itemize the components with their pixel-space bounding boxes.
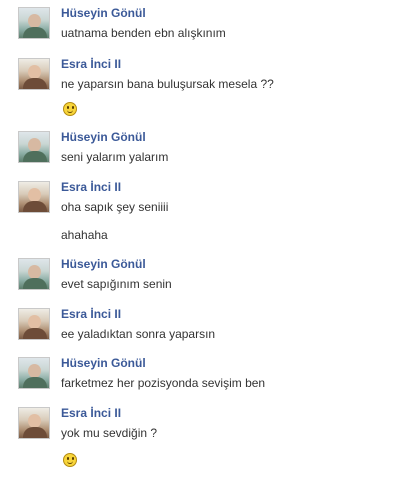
avatar[interactable] [18,7,50,39]
message-text: uatnama benden ebn alışkınım [61,26,226,40]
message-text: ahahaha [61,228,108,242]
message-text: evet sapığınım senin [61,277,172,291]
avatar[interactable] [18,357,50,389]
smiley-icon [63,102,77,116]
smiley-icon [63,453,77,467]
avatar[interactable] [18,258,50,290]
avatar[interactable] [18,131,50,163]
avatar[interactable] [18,58,50,90]
message-text: ne yaparsın bana buluşursak mesela ?? [61,77,274,91]
message-text: farketmez her pozisyonda sevişim ben [61,376,266,390]
message-text: ee yaladıktan sonra yaparsın [61,327,216,341]
sender-name[interactable]: Esra İnci II [61,180,121,194]
avatar[interactable] [18,308,50,340]
message-text: oha sapık şey seniiii [61,200,169,214]
message-text: yok mu sevdiğin ? [61,426,158,440]
sender-name[interactable]: Hüseyin Gönül [61,6,146,20]
sender-name[interactable]: Hüseyin Gönül [61,130,146,144]
sender-name[interactable]: Hüseyin Gönül [61,356,146,370]
avatar[interactable] [18,181,50,213]
sender-name[interactable]: Esra İnci II [61,57,121,71]
sender-name[interactable]: Hüseyin Gönül [61,257,146,271]
sender-name[interactable]: Esra İnci II [61,307,121,321]
avatar[interactable] [18,407,50,439]
message-text: seni yalarım yalarım [61,150,169,164]
sender-name[interactable]: Esra İnci II [61,406,121,420]
